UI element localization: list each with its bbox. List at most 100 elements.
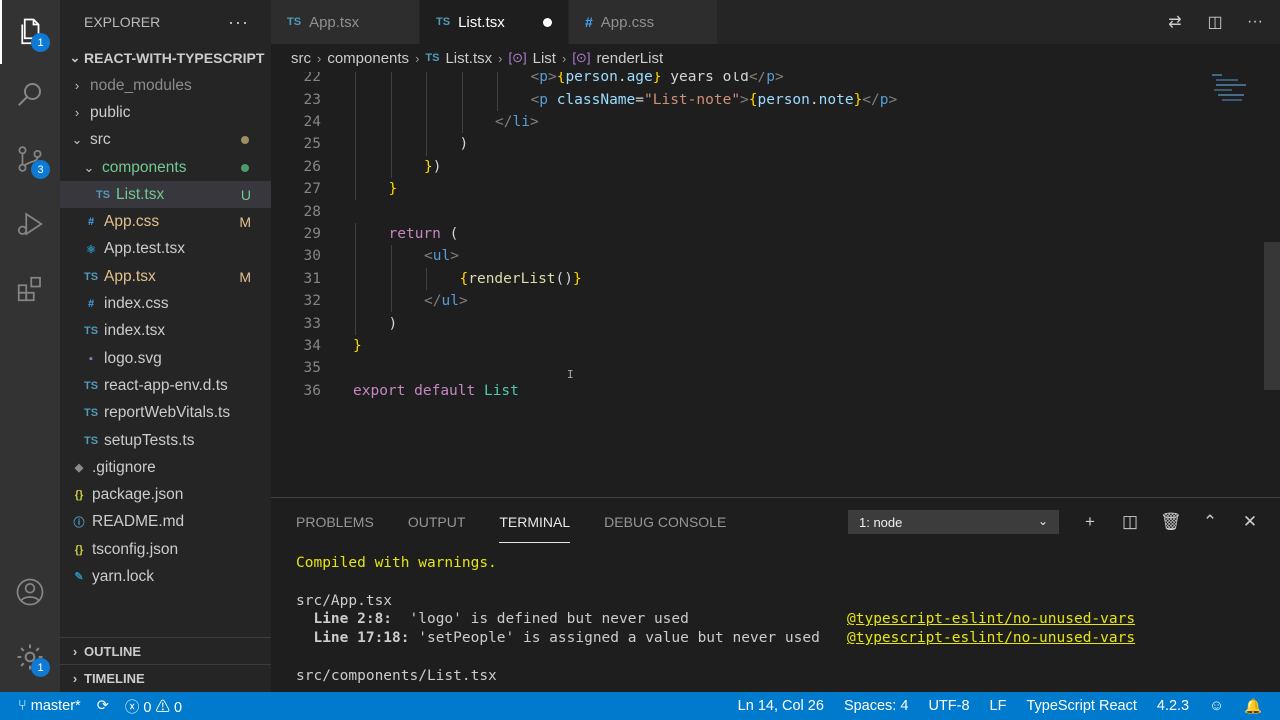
code-token: li [512,113,530,130]
editor-scrollbar[interactable] [1264,242,1280,390]
indent-guide [426,88,427,111]
file-item[interactable]: {} tsconfig.json [60,536,271,563]
minimap[interactable] [1208,72,1260,112]
eslint-rule-link[interactable]: @typescript-eslint/no-unused-vars [847,611,1135,627]
code-text: </ul> [424,293,468,309]
unsaved-dot-icon[interactable] [543,17,552,27]
file-item[interactable]: TS reportWebVitals.ts [60,400,271,427]
outline-section-header[interactable]: › OUTLINE [60,637,271,664]
file-item[interactable]: ⚛ App.test.tsx [60,236,271,263]
sync-icon[interactable]: ⟳ [97,698,109,714]
code-token: } [388,181,398,198]
line-number: 25 [303,136,321,153]
tree-item-label: react-app-env.d.ts [104,376,228,394]
encoding[interactable]: UTF-8 [928,698,969,714]
terminal-output[interactable]: Compiled with warnings. src/App.tsx Line… [296,555,1135,687]
problems-status[interactable]: ⓧ 0 ⚠ 0 [125,696,182,717]
tab-label: App.css [600,13,655,31]
file-item[interactable]: TS index.tsx [60,318,271,345]
search-activity-button[interactable] [0,62,60,126]
file-item[interactable]: TS List.tsx U [60,181,271,209]
tab-label: List.tsx [458,13,505,31]
modified-dot-icon [241,163,249,172]
git-status-badge: U [240,186,251,203]
end-of-line[interactable]: LF [990,698,1007,714]
file-item[interactable]: TS setupTests.ts [60,427,271,454]
more-actions-icon[interactable]: ··· [228,12,249,33]
code-token: . [809,91,819,108]
branch-status[interactable]: ⑂ master* [18,698,81,714]
timeline-section-header[interactable]: › TIMELINE [60,664,271,691]
file-item[interactable]: {} package.json [60,481,271,508]
css-icon: # [585,14,593,30]
tab-list-tsx[interactable]: TS List.tsx [420,0,569,44]
breadcrumb-item[interactable]: renderList [596,50,663,67]
breadcrumb-item[interactable]: src [291,50,311,67]
project-section-header[interactable]: ⌄ REACT-WITH-TYPESCRIPT [60,44,271,72]
breadcrumb-item[interactable]: List [533,50,556,67]
file-item[interactable]: TS react-app-env.d.ts [60,372,271,399]
file-item[interactable]: # App.css M [60,208,271,235]
folder-item[interactable]: ⌄ src [60,127,271,154]
explorer-sidebar: EXPLORER ··· ⌄ REACT-WITH-TYPESCRIPT › no… [60,0,271,692]
breadcrumb-item[interactable]: components [327,50,409,67]
explorer-activity-button[interactable]: 1 [0,0,60,64]
run-debug-activity-button[interactable] [0,192,60,256]
eslint-rule-link[interactable]: @typescript-eslint/no-unused-vars [847,630,1135,646]
search-icon [18,83,41,106]
file-item[interactable]: ⓘ README.md [60,509,271,536]
code-token: < [530,72,540,86]
chevron-down-icon: ⌄ [69,50,81,65]
tab-app-tsx[interactable]: TS App.tsx [271,0,420,44]
code-token: default [414,382,476,399]
code-token: ) [432,158,442,175]
terminal-select[interactable]: 1: node ⌄ [848,510,1059,534]
indentation[interactable]: Spaces: 4 [844,698,909,714]
maximize-panel-icon[interactable]: ⌃ [1200,512,1220,532]
git-status-badge: M [239,268,251,285]
file-item[interactable]: ▪ logo.svg [60,345,271,372]
accounts-activity-button[interactable] [0,560,60,624]
file-item[interactable]: # index.css [60,290,271,317]
bell-icon[interactable]: 🔔 [1244,698,1262,715]
folder-item[interactable]: ⌄ components [60,154,271,181]
source-control-activity-button[interactable]: 3 [0,127,60,191]
indent-guide [497,88,498,111]
manage-activity-button[interactable]: 1 [0,625,60,689]
tab-output[interactable]: OUTPUT [408,514,466,530]
code-token: ) [388,315,398,332]
file-item[interactable]: ✎ yarn.lock [60,563,271,590]
tab-debug-console[interactable]: DEBUG CONSOLE [604,514,726,530]
indent-guide [497,72,498,89]
code-line: 25) [271,133,469,155]
folder-item[interactable]: › node_modules [60,72,271,99]
tab-problems[interactable]: PROBLEMS [296,514,374,530]
feedback-icon[interactable]: ☺ [1209,698,1224,714]
indent-guide [390,267,392,290]
trash-icon[interactable]: 🗑 [1160,512,1182,532]
extensions-activity-button[interactable] [0,257,60,321]
account-icon [16,578,44,606]
language-mode[interactable]: TypeScript React [1026,698,1136,714]
file-item[interactable]: TS App.tsx M [60,263,271,290]
code-token: { [748,91,758,108]
tab-terminal[interactable]: TERMINAL [499,514,570,543]
close-panel-icon[interactable]: ✕ [1240,512,1260,532]
folder-item[interactable]: › public [60,99,271,126]
code-token: > [458,293,468,310]
split-editor-icon[interactable]: ◫ [1204,12,1226,32]
open-changes-icon[interactable]: ⇄ [1164,12,1186,32]
split-terminal-icon[interactable]: ◫ [1120,512,1140,532]
cursor-position[interactable]: Ln 14, Col 26 [738,698,824,714]
tab-app-css[interactable]: # App.css [569,0,718,44]
new-terminal-icon[interactable]: + [1080,512,1100,532]
breadcrumb-item[interactable]: List.tsx [445,50,492,67]
more-actions-icon[interactable]: ··· [1244,13,1266,31]
file-item[interactable]: ◆ .gitignore [60,454,271,481]
line-number: 34 [303,337,321,354]
run-debug-icon [17,212,43,236]
code-line: 30 <ul> [271,245,459,267]
typescript-version[interactable]: 4.2.3 [1157,698,1189,714]
code-editor[interactable]: I 22 <p>{person.age} years old</p> 23 <p cl… [271,72,1280,497]
